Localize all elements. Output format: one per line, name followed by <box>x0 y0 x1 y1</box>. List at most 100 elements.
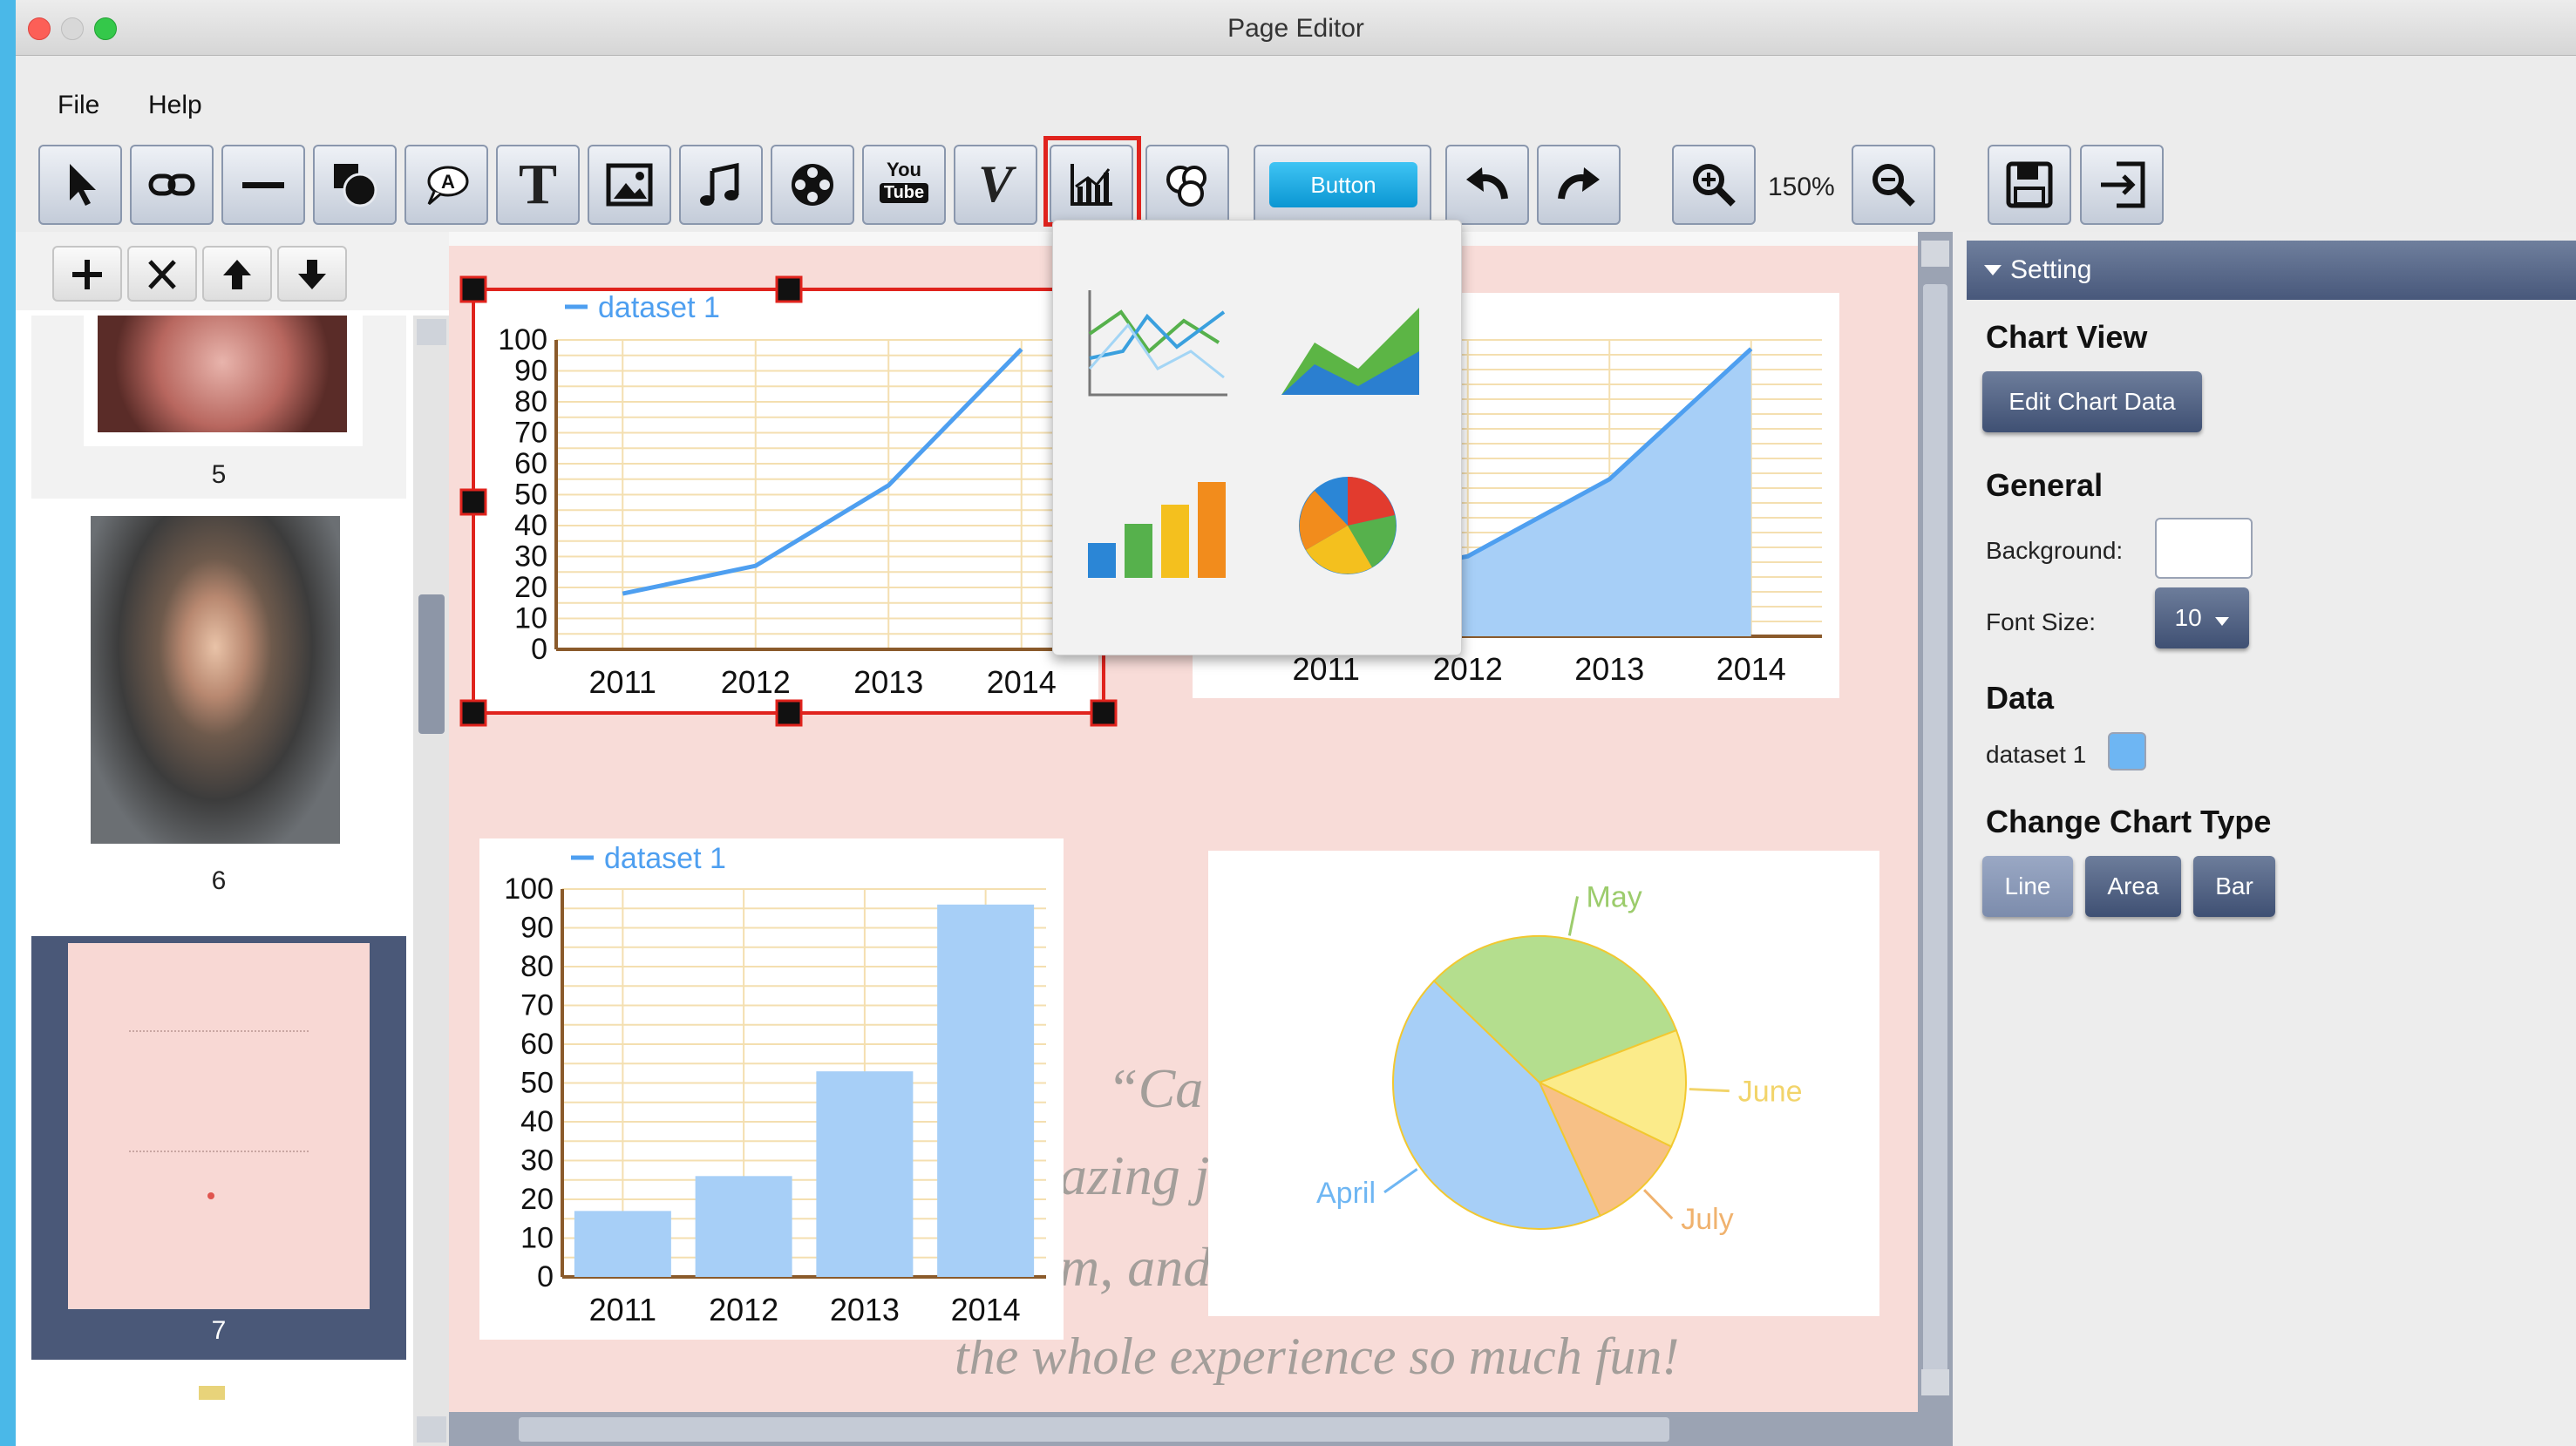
chart-type-bar-button[interactable]: Bar <box>2193 856 2275 917</box>
export-button[interactable] <box>2080 145 2164 225</box>
text-tool-button[interactable]: T <box>496 145 580 225</box>
pages-toolbar <box>16 232 449 310</box>
link-icon <box>148 173 195 196</box>
background-text-2: azing jo <box>1059 1144 1238 1206</box>
canvas-vertical-scrollbar[interactable] <box>1918 232 1953 1446</box>
settings-header[interactable]: Setting <box>1967 241 2576 300</box>
area-chart-icon[interactable] <box>1281 308 1419 395</box>
undo-icon <box>1466 167 1508 200</box>
page-number: 6 <box>211 866 227 895</box>
font-size-value: 10 <box>2174 604 2202 631</box>
scroll-thumb[interactable] <box>418 594 445 734</box>
save-icon <box>2006 161 2053 208</box>
add-page-button[interactable] <box>52 246 122 302</box>
background-text-4: the whole experience so much fun! <box>955 1327 1680 1385</box>
zoom-in-icon <box>1693 164 1736 207</box>
music-tool-button[interactable] <box>679 145 763 225</box>
pie-chart-icon[interactable] <box>1299 477 1397 574</box>
background-text-3: m, and <box>1059 1236 1212 1298</box>
general-heading: General <box>1986 467 2104 503</box>
page-thumbnail-7[interactable]: 7 <box>31 936 406 1360</box>
scroll-up-arrow[interactable] <box>417 319 446 345</box>
button-widget-tool[interactable]: Button <box>1254 145 1431 225</box>
delete-icon <box>148 260 176 289</box>
dataset-color-swatch[interactable] <box>2108 732 2146 771</box>
chart-tool-highlight <box>1043 136 1141 227</box>
thumbnail-image-5 <box>84 316 363 446</box>
redo-button[interactable] <box>1537 145 1621 225</box>
zoom-out-button[interactable] <box>1852 145 1935 225</box>
shape-tool-button[interactable] <box>313 145 397 225</box>
youtube-label-bottom: Tube <box>880 183 928 203</box>
menu-file[interactable]: File <box>58 91 99 120</box>
line-tool-button[interactable] <box>221 145 305 225</box>
thumbnail-image-7 <box>68 943 370 1309</box>
menu-help[interactable]: Help <box>148 91 202 120</box>
shapes-icon <box>334 164 377 207</box>
image-icon <box>606 163 653 207</box>
background-label: Background: <box>1986 537 2124 564</box>
thumbnail-image-8 <box>68 1370 370 1446</box>
youtube-label-top: You <box>887 159 921 180</box>
stamp-tool-button[interactable] <box>1145 145 1229 225</box>
chart-type-options <box>1088 290 1419 578</box>
undo-button[interactable] <box>1445 145 1529 225</box>
button-widget-label: Button <box>1269 162 1417 207</box>
pages-panel: 5 6 7 <box>16 232 450 1446</box>
youtube-tool-button[interactable]: You Tube <box>862 145 946 225</box>
move-page-down-button[interactable] <box>277 246 347 302</box>
export-icon <box>2101 161 2145 208</box>
delete-page-button[interactable] <box>127 246 197 302</box>
background-color-swatch[interactable] <box>2155 518 2253 579</box>
chart-type-area-button[interactable]: Area <box>2085 856 2181 917</box>
video-icon <box>792 164 833 206</box>
scroll-thumb[interactable] <box>519 1417 1669 1442</box>
vimeo-icon: V <box>977 155 1014 213</box>
scroll-down-arrow[interactable] <box>417 1416 446 1443</box>
canvas-horizontal-scrollbar[interactable] <box>449 1412 1918 1446</box>
chart-view-heading: Chart View <box>1986 319 2148 355</box>
vimeo-tool-button[interactable]: V <box>954 145 1037 225</box>
video-tool-button[interactable] <box>771 145 854 225</box>
page-thumbnail-5[interactable]: 5 <box>31 316 406 499</box>
callout-tool-button[interactable]: A <box>404 145 488 225</box>
bar-chart-icon[interactable] <box>1088 482 1226 578</box>
image-tool-button[interactable] <box>588 145 671 225</box>
svg-text:A: A <box>441 171 455 193</box>
chart-type-popup <box>1052 220 1462 655</box>
chart-type-line-button[interactable]: Line <box>1982 856 2073 917</box>
zoom-in-button[interactable] <box>1672 145 1756 225</box>
line-chart-icon[interactable] <box>1088 290 1227 397</box>
add-icon <box>72 260 102 289</box>
window-title: Page Editor <box>1227 14 1364 43</box>
pointer-icon <box>70 164 96 206</box>
zoom-out-icon <box>1873 164 1915 207</box>
stamp-icon <box>1166 166 1206 207</box>
data-heading: Data <box>1986 680 2055 716</box>
pointer-tool-button[interactable] <box>38 145 122 225</box>
link-tool-button[interactable] <box>130 145 214 225</box>
page-number: 5 <box>211 460 227 489</box>
background-text-1: “Ca <box>1107 1057 1204 1119</box>
scroll-down-arrow[interactable] <box>1921 1369 1949 1395</box>
page-thumbnail-6[interactable]: 6 <box>31 507 406 926</box>
page-number: 7 <box>211 1316 227 1345</box>
scroll-up-arrow[interactable] <box>1921 241 1949 267</box>
thumbnail-image-6 <box>68 507 373 856</box>
chevron-down-icon <box>2215 617 2230 626</box>
change-chart-type-heading: Change Chart Type <box>1986 804 2272 839</box>
line-icon <box>242 182 284 188</box>
save-button[interactable] <box>1988 145 2071 225</box>
edit-chart-data-button[interactable]: Edit Chart Data <box>1982 371 2202 432</box>
pages-scrollbar[interactable] <box>413 316 450 1446</box>
menu-bar: File Help <box>16 56 2576 136</box>
callout-icon: A <box>427 166 469 206</box>
toolbar: A T You Tube V Button 150% <box>16 136 2576 232</box>
page-editor-window: Page Editor File Help A T You Tube V But… <box>0 0 2576 1446</box>
font-size-select[interactable]: 10 <box>2155 587 2249 648</box>
move-page-up-button[interactable] <box>202 246 272 302</box>
collapse-triangle-icon <box>1984 265 2002 275</box>
page-thumbnail-8[interactable] <box>31 1370 406 1446</box>
redo-icon <box>1558 167 1600 200</box>
scroll-thumb[interactable] <box>1923 284 1947 1391</box>
